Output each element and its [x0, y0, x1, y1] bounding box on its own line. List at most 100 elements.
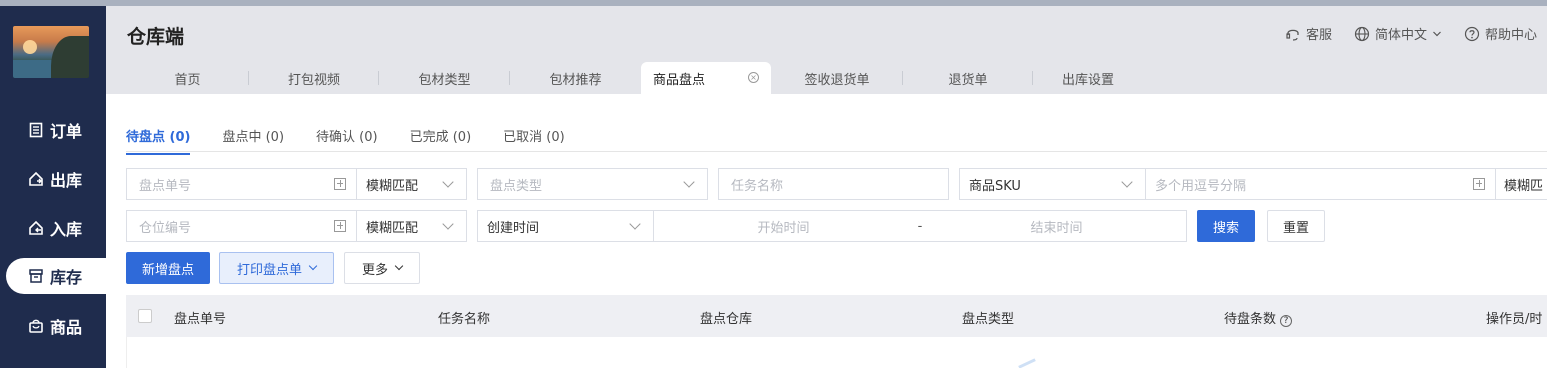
batch-input-icon[interactable] [1473, 178, 1485, 190]
order-list-icon [28, 122, 44, 138]
chevron-down-icon [308, 261, 318, 271]
count-type-select[interactable]: 盘点类型 [477, 168, 708, 200]
sidebar-item-label: 出库 [50, 171, 83, 190]
add-stock-count-label: 新增盘点 [141, 262, 194, 278]
match-mode-select-1[interactable]: 模糊匹配 [356, 168, 467, 200]
col-pending-rows: 待盘条数? [1224, 308, 1293, 327]
tab-return-order[interactable]: 退货单 [903, 62, 1033, 94]
print-count-sheet-label: 打印盘点单 [236, 262, 302, 278]
app-title: 仓库端 [127, 26, 185, 48]
customer-service-link[interactable]: 客服 [1285, 24, 1332, 43]
tab-pack-video[interactable]: 打包视频 [249, 62, 379, 94]
more-button[interactable]: 更多 [344, 252, 420, 284]
tab-pack-material-type[interactable]: 包材类型 [379, 62, 510, 94]
chevron-down-icon [683, 176, 695, 188]
task-name-placeholder: 任务名称 [731, 178, 784, 194]
match-mode-value: 模糊匹配 [366, 178, 419, 194]
count-no-input[interactable]: 盘点单号 [126, 168, 357, 200]
sidebar-item-label: 订单 [50, 122, 83, 141]
date-range-picker[interactable]: 开始时间 - 结束时间 [653, 210, 1187, 242]
col-task-name: 任务名称 [438, 312, 491, 327]
col-count-no: 盘点单号 [174, 312, 227, 327]
add-stock-count-button[interactable]: 新增盘点 [126, 252, 210, 284]
more-label: 更多 [361, 262, 388, 278]
top-header: 仓库端 客服 简体中文 帮助中心 首页 打包视频 包材类型 包材推荐 商品盘点 … [106, 6, 1547, 94]
sidebar-item-label: 库存 [50, 268, 83, 287]
match-mode-select-2[interactable]: 模糊匹配 [356, 210, 467, 242]
outbound-icon [28, 171, 44, 187]
language-label: 简体中文 [1374, 28, 1427, 43]
table-body [126, 337, 1547, 368]
col-pending-rows-label: 待盘条数 [1224, 312, 1277, 327]
task-name-input[interactable]: 任务名称 [718, 168, 949, 200]
tab-label: 打包视频 [287, 72, 340, 88]
tab-label: 退货单 [948, 72, 988, 88]
start-date-placeholder[interactable]: 开始时间 [654, 217, 913, 236]
sidebar-item-label: 商品 [50, 318, 83, 337]
tab-return-receipt[interactable]: 签收退货单 [771, 62, 903, 94]
header-links: 客服 简体中文 帮助中心 [1285, 24, 1537, 43]
chevron-down-icon [394, 261, 404, 271]
main-content: 待盘点 (0) 盘点中 (0) 待确认 (0) 已完成 (0) 已取消 (0) … [106, 94, 1547, 368]
close-icon[interactable]: × [748, 72, 759, 83]
sidebar-item-order[interactable]: 订单 [0, 112, 106, 148]
match-mode-value: 模糊匹 [1504, 178, 1544, 194]
chevron-down-icon [1121, 176, 1133, 188]
chevron-down-icon [629, 218, 641, 230]
time-type-value: 创建时间 [487, 220, 540, 236]
globe-icon [1354, 26, 1370, 42]
search-button[interactable]: 搜索 [1197, 210, 1255, 242]
sku-input[interactable]: 多个用逗号分隔 [1145, 168, 1496, 200]
end-date-placeholder[interactable]: 结束时间 [927, 217, 1186, 236]
match-mode-select-3[interactable]: 模糊匹 [1495, 168, 1547, 200]
range-separator: - [917, 218, 923, 234]
location-input[interactable]: 仓位编号 [126, 210, 357, 242]
chevron-down-icon [442, 176, 454, 188]
count-type-placeholder: 盘点类型 [490, 178, 543, 194]
tab-pack-material-recommend[interactable]: 包材推荐 [510, 62, 641, 94]
help-circle-icon [1464, 26, 1480, 42]
batch-input-icon[interactable] [334, 220, 346, 232]
reset-button[interactable]: 重置 [1267, 210, 1325, 242]
language-selector[interactable]: 简体中文 [1354, 24, 1442, 43]
print-count-sheet-button[interactable]: 打印盘点单 [219, 252, 334, 284]
chevron-down-icon [1432, 29, 1442, 39]
help-center-link[interactable]: 帮助中心 [1464, 24, 1537, 43]
tab-stock-count[interactable]: 商品盘点 × [641, 62, 771, 94]
sidebar-item-goods[interactable]: 商品 [0, 308, 106, 344]
tab-home[interactable]: 首页 [126, 62, 249, 94]
batch-input-icon[interactable] [334, 178, 346, 190]
sku-input-placeholder: 多个用逗号分隔 [1155, 178, 1247, 194]
sidebar-item-outbound[interactable]: 出库 [0, 161, 106, 197]
sidebar-item-label: 入库 [50, 220, 83, 239]
tab-label: 包材推荐 [549, 72, 602, 88]
page-tabs: 首页 打包视频 包材类型 包材推荐 商品盘点 × 签收退货单 退货单 出库设置 [126, 62, 1143, 94]
help-center-label: 帮助中心 [1484, 28, 1537, 43]
count-no-placeholder: 盘点单号 [139, 178, 192, 194]
sku-select-value: 商品SKU [969, 178, 1021, 194]
tab-outbound-settings[interactable]: 出库设置 [1033, 62, 1143, 94]
sidebar-item-inventory[interactable]: 库存 [6, 258, 106, 294]
headset-icon [1285, 26, 1301, 42]
tab-label: 首页 [174, 72, 201, 88]
col-count-type: 盘点类型 [962, 312, 1015, 327]
logo[interactable] [13, 26, 89, 78]
sku-select[interactable]: 商品SKU [959, 168, 1146, 200]
tab-label: 出库设置 [1061, 72, 1114, 88]
status-tabs-divider [126, 151, 1547, 152]
time-type-select[interactable]: 创建时间 [477, 210, 654, 242]
question-icon[interactable]: ? [1280, 315, 1293, 327]
match-mode-value: 模糊匹配 [366, 220, 419, 236]
col-warehouse: 盘点仓库 [700, 312, 753, 327]
inventory-icon [28, 268, 44, 284]
tab-label: 包材类型 [418, 72, 471, 88]
customer-service-label: 客服 [1305, 28, 1332, 43]
col-operator: 操作员/时 [1486, 312, 1543, 327]
select-all-checkbox[interactable] [138, 309, 152, 323]
sidebar: 订单 出库 入库 库存 商品 [0, 6, 106, 368]
tab-label: 商品盘点 [653, 72, 706, 88]
sidebar-item-inbound[interactable]: 入库 [0, 210, 106, 246]
goods-bag-icon [28, 318, 44, 334]
table-header: 盘点单号 任务名称 盘点仓库 盘点类型 待盘条数? 操作员/时 [126, 295, 1547, 337]
inbound-icon [28, 220, 44, 236]
